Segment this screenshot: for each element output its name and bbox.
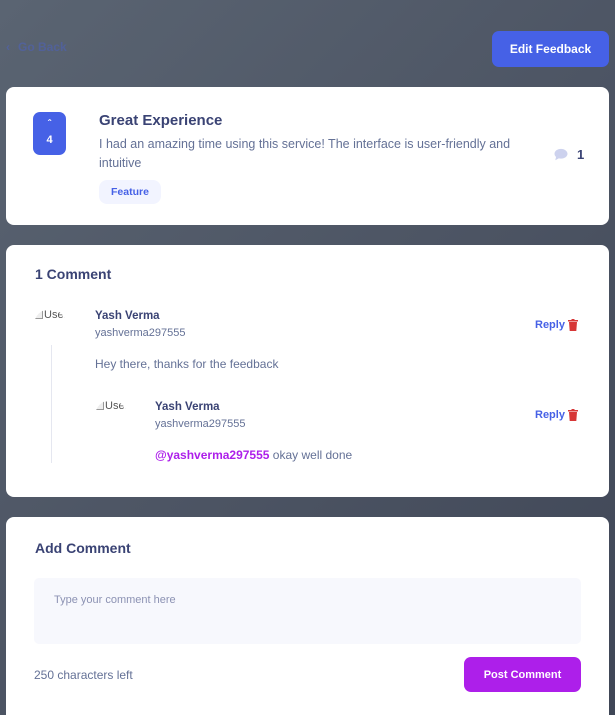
upvote-button[interactable]: ˆ 4 [33,112,66,155]
comment-author-name: Yash Verma [95,310,160,322]
feedback-card: ˆ 4 Great Experience I had an amazing ti… [6,87,609,225]
avatar-alt-text: User picture [44,309,66,321]
category-tag[interactable]: Feature [99,180,161,204]
comment-input[interactable] [34,578,581,644]
broken-image-icon [34,309,43,319]
chevron-up-icon: ˆ [47,119,52,130]
reply-author-username: yashverma297555 [155,418,246,430]
chevron-left-icon: ‹ [6,40,10,54]
top-bar: ‹ Go Back Edit Feedback [0,0,615,88]
avatar: User picture [95,400,127,432]
comment-author-username: yashverma297555 [95,327,186,339]
avatar-alt-text: User picture [105,400,127,412]
comments-card: 1 Comment User picture Yash Verma yashve… [6,245,609,497]
comment-bubble-icon [554,148,568,161]
edit-feedback-button[interactable]: Edit Feedback [492,31,609,67]
reply-button[interactable]: Reply [535,409,565,421]
trash-icon[interactable] [568,409,578,421]
comment-text: Hey there, thanks for the feedback [95,357,279,371]
go-back-label: Go Back [18,40,67,54]
reply-button[interactable]: Reply [535,319,565,331]
comment-count-value: 1 [577,147,585,162]
reply-thread-line [51,345,52,463]
reply-author-name: Yash Verma [155,401,220,413]
post-comment-button[interactable]: Post Comment [464,657,581,692]
comments-heading: 1 Comment [35,266,112,282]
upvote-count: 4 [46,134,53,146]
broken-image-icon [95,400,104,410]
add-comment-card: Add Comment 250 characters left Post Com… [6,517,609,715]
comment-count: 1 [553,147,584,162]
avatar: User picture [34,309,66,341]
feedback-description: I had an amazing time using this service… [99,137,511,170]
add-comment-heading: Add Comment [35,540,131,556]
reply-body: okay well done [269,448,353,462]
trash-icon[interactable] [568,319,578,331]
user-mention[interactable]: @yashverma297555 [155,448,269,462]
feedback-title: Great Experience [99,112,223,129]
characters-left: 250 characters left [34,668,133,682]
reply-text: @yashverma297555 okay well done [155,448,352,462]
go-back-link[interactable]: ‹ Go Back [6,40,67,54]
